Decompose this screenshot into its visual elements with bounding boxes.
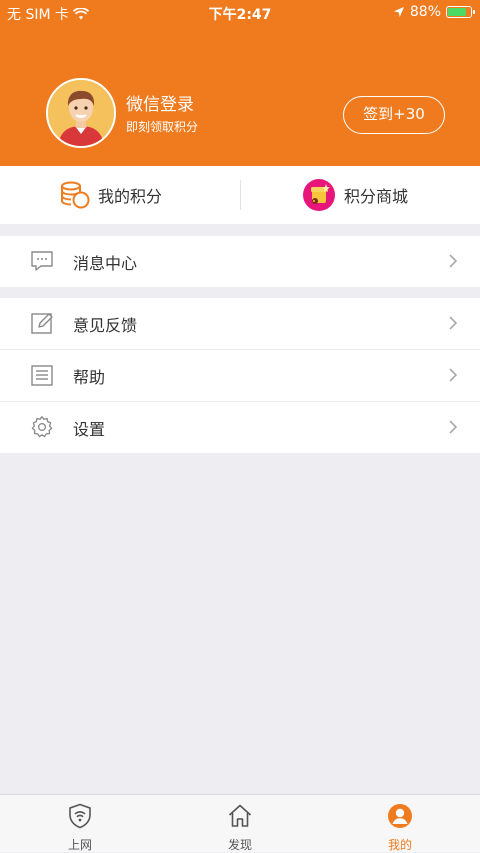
menu-item-label: 消息中心 (73, 253, 138, 273)
avatar[interactable] (46, 78, 116, 148)
my-points-label: 我的积分 (98, 187, 163, 206)
tab-bar: 上网 发现 我的 (0, 794, 480, 852)
menu-item-message-center[interactable]: 消息中心 (0, 236, 480, 287)
menu-item-label: 设置 (73, 419, 106, 439)
menu-item-feedback[interactable]: 意见反馈 (0, 298, 480, 350)
checkin-button[interactable]: 签到+30 (343, 96, 445, 134)
points-mall-button[interactable]: 积分商城 (302, 166, 408, 224)
tab-discover[interactable]: 发现 (200, 795, 280, 853)
status-bar: 无 SIM 卡 下午2:47 88% (0, 0, 480, 26)
message-icon (31, 251, 53, 271)
chevron-right-icon (449, 368, 458, 382)
coins-icon (61, 181, 90, 209)
points-divider (240, 180, 241, 210)
wifi-shield-icon (69, 803, 91, 829)
tab-mine[interactable]: 我的 (360, 795, 440, 853)
menu-item-help[interactable]: 帮助 (0, 350, 480, 402)
chevron-right-icon (449, 420, 458, 434)
tab-label: 上网 (67, 838, 92, 852)
status-right: 88% (393, 4, 475, 20)
avatar-person-icon (48, 80, 114, 146)
edit-icon (31, 313, 53, 334)
home-icon (228, 804, 252, 827)
points-mall-label: 积分商城 (344, 187, 409, 206)
battery-fill (448, 8, 466, 16)
my-points-button[interactable]: 我的积分 (60, 166, 162, 224)
points-mall-icon (303, 179, 335, 211)
battery-icon (446, 6, 475, 18)
menu-group-settings: 意见反馈 帮助 设置 (0, 298, 480, 453)
points-row: 我的积分 积分商城 (0, 166, 480, 224)
tab-label: 我的 (387, 838, 412, 852)
gear-icon (31, 416, 53, 438)
menu-item-label: 意见反馈 (73, 315, 138, 335)
user-icon (388, 804, 412, 828)
battery-percent: 88% (409, 4, 441, 20)
tab-internet[interactable]: 上网 (40, 795, 120, 853)
chevron-right-icon (449, 316, 458, 330)
chevron-right-icon (449, 254, 458, 268)
menu-group-messages: 消息中心 (0, 236, 480, 287)
menu-item-label: 帮助 (73, 367, 106, 387)
user-subtitle: 即刻领取积分 (126, 120, 199, 134)
menu-item-settings[interactable]: 设置 (0, 402, 480, 453)
user-name[interactable]: 微信登录 (126, 90, 194, 115)
location-arrow-icon (393, 7, 404, 17)
list-icon (31, 365, 53, 386)
tab-label: 发现 (227, 838, 252, 852)
profile-header: 无 SIM 卡 下午2:47 88% 微信登录 即刻领取积分 签到+30 (0, 0, 480, 166)
